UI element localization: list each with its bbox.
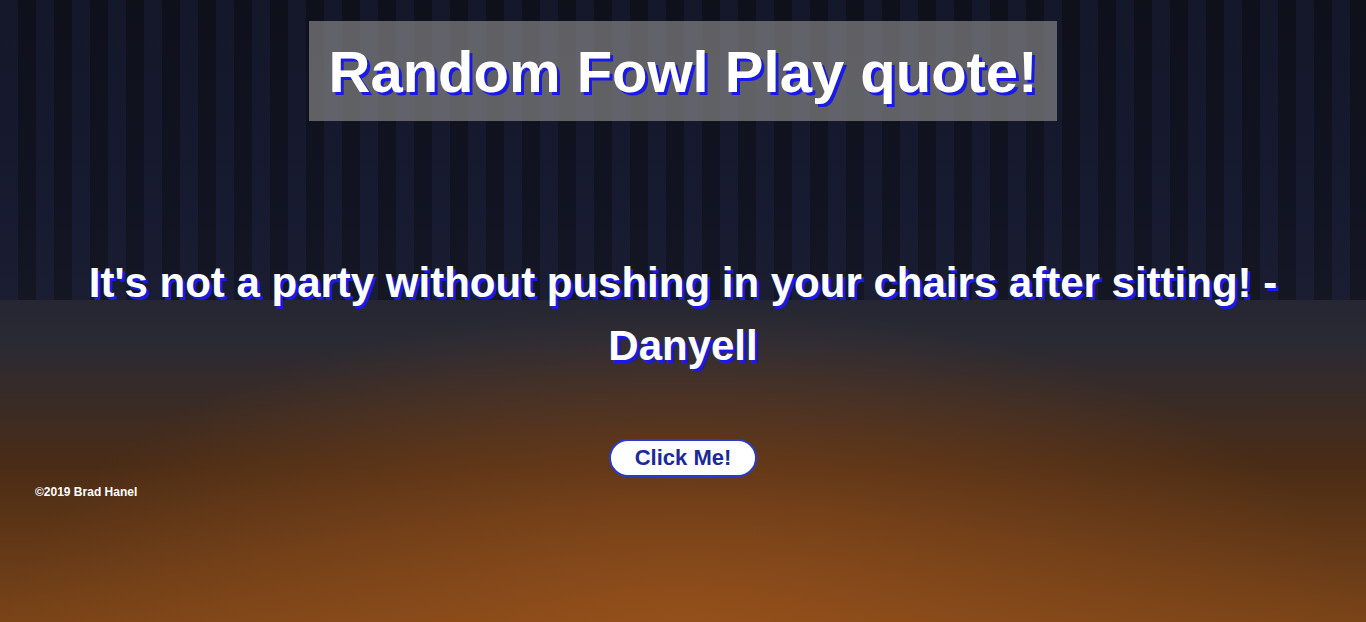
quote-text: It's not a party without pushing in your… [23,251,1343,377]
content: Random Fowl Play quote! It's not a party … [0,0,1366,622]
page-title: Random Fowl Play quote! [329,38,1038,105]
quote-page: Random Fowl Play quote! It's not a party … [0,0,1366,622]
copyright: ©2019 Brad Hanel [35,485,137,499]
title-banner: Random Fowl Play quote! [309,21,1058,121]
click-me-button[interactable]: Click Me! [609,439,758,477]
